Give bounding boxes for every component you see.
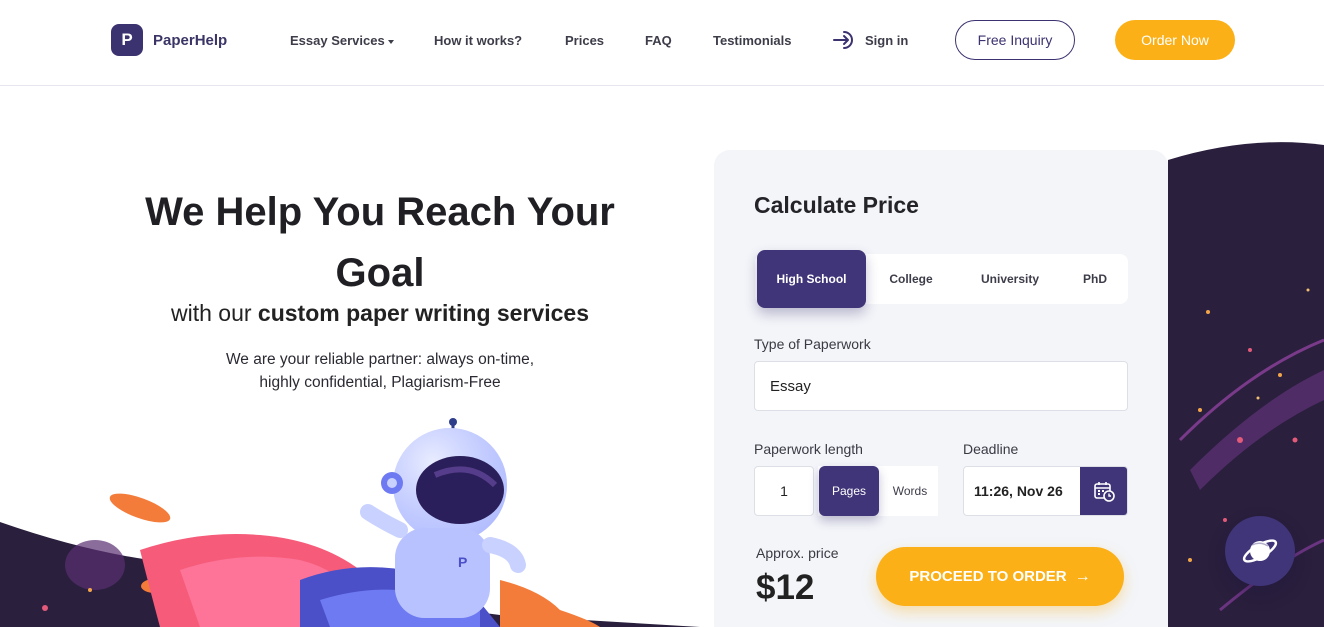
unit-tab-pages[interactable]: Pages	[819, 466, 879, 516]
planet-icon	[1242, 539, 1278, 563]
approx-price-label: Approx. price	[756, 545, 839, 561]
nav-essay-services[interactable]: Essay Services	[290, 33, 394, 48]
sign-in-arrow-icon	[833, 31, 853, 49]
academic-level-tabs: High School College University PhD	[755, 250, 1128, 308]
nav-testimonials[interactable]: Testimonials	[713, 33, 792, 48]
sign-in-link[interactable]: Sign in	[833, 30, 908, 50]
hero-subtitle-light: with our	[170, 300, 252, 326]
astronaut-badge-letter: P	[458, 554, 467, 570]
calculator-title: Calculate Price	[754, 192, 919, 218]
deadline-field[interactable]: 11:26, Nov 26	[963, 466, 1128, 516]
type-of-paperwork-select[interactable]: Essay	[754, 361, 1128, 411]
free-inquiry-button[interactable]: Free Inquiry	[955, 20, 1075, 60]
hero-subtitle: with our custom paper writing services	[100, 300, 660, 327]
deadline-label: Deadline	[963, 441, 1019, 457]
hero-description: We are your reliable partner: always on-…	[100, 348, 660, 394]
calculate-price-card: Calculate Price High School College Univ…	[714, 150, 1168, 627]
calendar-button[interactable]	[1080, 467, 1127, 515]
unit-tab-words[interactable]: Words	[882, 466, 938, 516]
type-of-paperwork-value: Essay	[770, 377, 811, 395]
level-tab-college[interactable]: College	[869, 254, 953, 304]
paperwork-length-input[interactable]: 1	[754, 466, 814, 516]
paperwork-length-label: Paperwork length	[754, 441, 863, 457]
nav-essay-services-label: Essay Services	[290, 33, 385, 48]
hero-description-line-2: highly confidential, Plagiarism-Free	[259, 374, 501, 391]
chat-planet-button[interactable]	[1225, 516, 1295, 586]
hero-subtitle-bold: custom paper writing services	[257, 300, 589, 326]
paperwork-length-value: 1	[780, 483, 788, 499]
level-tab-high-school[interactable]: High School	[757, 250, 866, 308]
level-tab-phd[interactable]: PhD	[1065, 254, 1125, 304]
caret-down-icon	[387, 39, 394, 44]
hero-title: We Help You Reach Your Goal	[145, 190, 615, 295]
level-tab-university[interactable]: University	[965, 254, 1055, 304]
arrow-right-icon: →	[1074, 567, 1091, 585]
nav-faq[interactable]: FAQ	[645, 33, 672, 48]
deadline-value: 11:26, Nov 26	[974, 483, 1063, 499]
astronaut-illustration: P	[0, 418, 700, 627]
calendar-clock-icon	[1093, 482, 1115, 502]
hero-description-line-1: We are your reliable partner: always on-…	[225, 351, 535, 368]
sign-in-label: Sign in	[865, 32, 909, 48]
nav-prices[interactable]: Prices	[565, 33, 604, 48]
proceed-to-order-label: PROCEED TO ORDER	[909, 568, 1067, 585]
site-header: P PaperHelp Essay Services How it works?…	[0, 0, 1324, 86]
proceed-to-order-button[interactable]: PROCEED TO ORDER →	[876, 547, 1124, 606]
logo-text: PaperHelp	[153, 31, 228, 49]
approx-price-value: $12	[756, 568, 815, 607]
order-now-button[interactable]: Order Now	[1115, 20, 1235, 60]
length-unit-toggle: Pages Words	[818, 466, 938, 516]
nav-how-it-works[interactable]: How it works?	[434, 33, 522, 48]
logo-link[interactable]: P PaperHelp	[111, 24, 227, 56]
type-of-paperwork-label: Type of Paperwork	[754, 336, 871, 352]
logo-mark-icon: P	[111, 24, 143, 56]
